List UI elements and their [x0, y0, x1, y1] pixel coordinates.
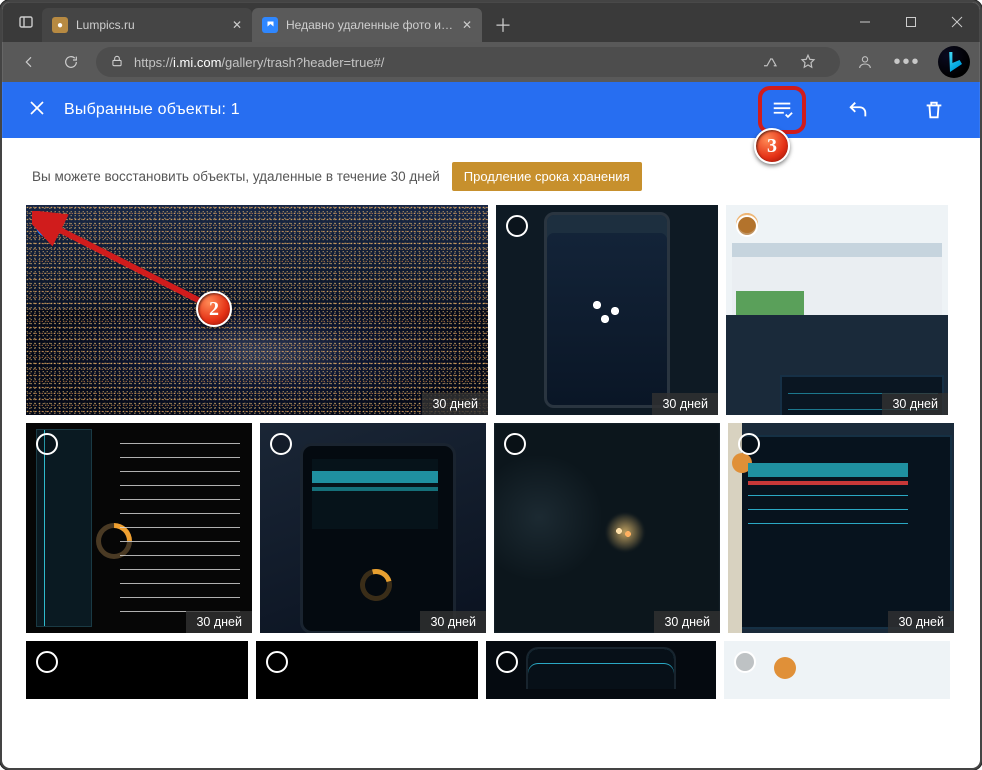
- profile-button[interactable]: [848, 45, 882, 79]
- days-remaining-badge: 30 дней: [654, 611, 720, 633]
- tab-lumpics[interactable]: ● Lumpics.ru ✕: [42, 8, 252, 42]
- photo-thumbnail[interactable]: 30 дней: [496, 205, 718, 415]
- lock-icon: [110, 54, 124, 71]
- select-checkbox-icon[interactable]: [36, 651, 58, 673]
- days-remaining-badge: 30 дней: [420, 611, 486, 633]
- photo-thumbnail[interactable]: 30 дней: [728, 423, 954, 633]
- window-controls: [842, 2, 980, 42]
- photo-content: [496, 205, 718, 415]
- photo-thumbnail[interactable]: [26, 641, 248, 699]
- favicon-mi: [262, 17, 278, 33]
- back-button[interactable]: [12, 45, 46, 79]
- photo-content: [260, 423, 486, 633]
- select-checkbox-icon[interactable]: [36, 433, 58, 455]
- trash-gallery: 30 дней 2 30 дней 30 дней 30 дней: [2, 205, 980, 699]
- url-field[interactable]: https://i.mi.com/gallery/trash?header=tr…: [96, 47, 840, 77]
- photo-thumbnail[interactable]: 30 дней: [726, 205, 948, 415]
- days-remaining-badge: 30 дней: [882, 393, 948, 415]
- tab-title: Недавно удаленные фото и вид: [286, 18, 454, 32]
- select-checkbox-icon[interactable]: [736, 215, 758, 237]
- days-remaining-badge: 30 дней: [422, 393, 488, 415]
- cancel-selection-button[interactable]: [28, 99, 46, 122]
- photo-content: [26, 641, 248, 699]
- select-checkbox-icon[interactable]: [734, 651, 756, 673]
- photo-content: [728, 423, 954, 633]
- select-checkbox-icon[interactable]: [496, 651, 518, 673]
- photo-thumbnail[interactable]: 30 дней 2: [26, 205, 488, 415]
- delete-button[interactable]: [914, 90, 954, 130]
- url-text: https://i.mi.com/gallery/trash?header=tr…: [134, 55, 384, 70]
- photo-thumbnail[interactable]: [486, 641, 716, 699]
- tab-mi-gallery-trash[interactable]: Недавно удаленные фото и вид ✕: [252, 8, 482, 42]
- extend-storage-button[interactable]: Продление срока хранения: [452, 162, 642, 191]
- close-window-button[interactable]: [934, 2, 980, 42]
- favicon-lumpics: ●: [52, 17, 68, 33]
- tab-title: Lumpics.ru: [76, 18, 224, 32]
- restore-button[interactable]: [838, 90, 878, 130]
- maximize-button[interactable]: [888, 2, 934, 42]
- close-icon[interactable]: ✕: [232, 18, 242, 32]
- days-remaining-badge: 30 дней: [652, 393, 718, 415]
- address-bar: https://i.mi.com/gallery/trash?header=tr…: [2, 42, 980, 82]
- read-aloud-button[interactable]: [752, 45, 788, 79]
- info-row: Вы можете восстановить объекты, удаленны…: [2, 138, 980, 205]
- photo-thumbnail[interactable]: 30 дней: [260, 423, 486, 633]
- close-icon[interactable]: ✕: [462, 18, 472, 32]
- new-tab-button[interactable]: ＋: [488, 10, 518, 40]
- photo-thumbnail[interactable]: [256, 641, 478, 699]
- photo-content: [256, 641, 478, 699]
- select-checkbox-icon[interactable]: [266, 651, 288, 673]
- select-checkbox-icon[interactable]: [506, 215, 528, 237]
- photo-content: [26, 423, 252, 633]
- tab-actions-button[interactable]: [10, 6, 42, 38]
- days-remaining-badge: 30 дней: [186, 611, 252, 633]
- photo-thumbnail[interactable]: [724, 641, 950, 699]
- selection-toolbar: Выбранные объекты: 1 3: [2, 82, 980, 138]
- photo-content: [494, 423, 720, 633]
- days-remaining-badge: 30 дней: [888, 611, 954, 633]
- photo-content: [486, 641, 716, 699]
- restore-info-text: Вы можете восстановить объекты, удаленны…: [32, 169, 440, 184]
- favorites-button[interactable]: [790, 45, 826, 79]
- photo-thumbnail[interactable]: 30 дней: [26, 423, 252, 633]
- browser-titlebar: ● Lumpics.ru ✕ Недавно удаленные фото и …: [2, 2, 980, 42]
- refresh-button[interactable]: [54, 45, 88, 79]
- selection-title: Выбранные объекты: 1: [64, 101, 240, 119]
- photo-content: [724, 641, 950, 699]
- minimize-button[interactable]: [842, 2, 888, 42]
- select-checkbox-icon[interactable]: [270, 433, 292, 455]
- select-checkbox-icon[interactable]: [504, 433, 526, 455]
- select-checkbox-icon[interactable]: [738, 433, 760, 455]
- menu-button[interactable]: •••: [890, 45, 924, 79]
- annotation-step-2: 2: [196, 291, 232, 327]
- annotation-highlight: [758, 86, 806, 134]
- select-all-button[interactable]: [762, 90, 802, 130]
- photo-thumbnail[interactable]: 30 дней: [494, 423, 720, 633]
- annotation-step-3: 3: [754, 128, 790, 164]
- bing-button[interactable]: [938, 46, 970, 78]
